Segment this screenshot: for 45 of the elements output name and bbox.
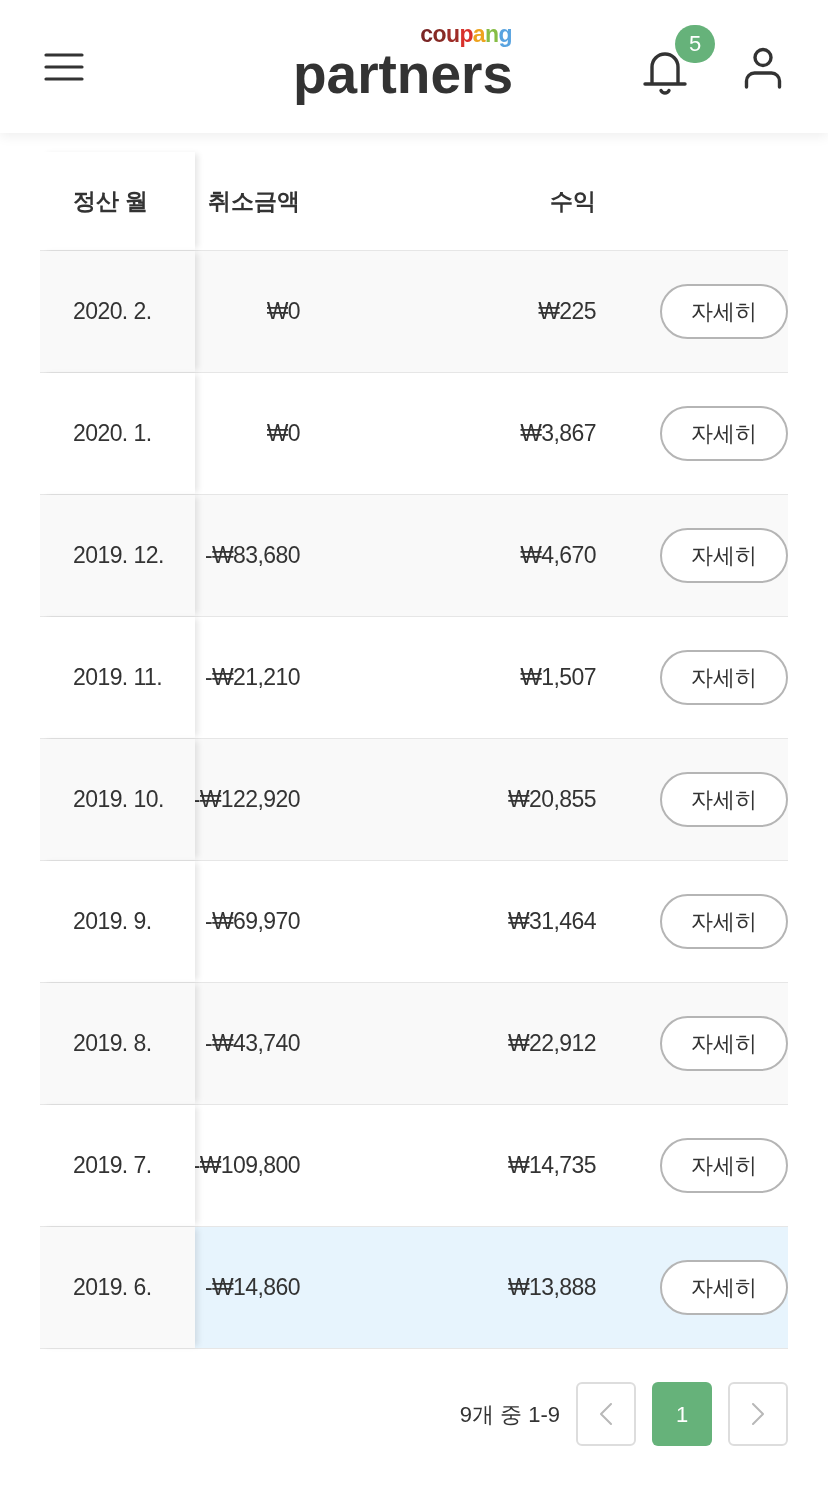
- table-cell-text: ₩20,855: [507, 785, 596, 815]
- table-cell-text: -₩21,210: [204, 663, 300, 693]
- details-button[interactable]: 자세히: [660, 1016, 788, 1071]
- details-button[interactable]: 자세히: [660, 650, 788, 705]
- table-cell: 2019. 7.: [40, 1105, 195, 1226]
- details-button[interactable]: 자세히: [660, 284, 788, 339]
- table-cell: 2019. 11.: [40, 617, 195, 738]
- table-cell-text: ₩13,888: [507, 1273, 596, 1303]
- table-cell-text: ₩0: [266, 419, 300, 449]
- pagination-summary: 9개 중 1-9: [459, 1400, 560, 1429]
- table-cell-text: ₩225: [538, 297, 596, 327]
- table-cell-text: ₩4,670: [520, 541, 596, 571]
- table-cell: 2019. 9.: [40, 861, 195, 982]
- column-header: 수익: [549, 186, 596, 216]
- table-cell-text: -₩14,860: [204, 1273, 300, 1303]
- table-cell: 2020. 2.: [40, 251, 195, 372]
- details-button[interactable]: 자세히: [660, 406, 788, 461]
- table-cell: 2019. 12.: [40, 495, 195, 616]
- details-button[interactable]: 자세히: [660, 1260, 788, 1315]
- table-cell-text: ₩0: [266, 297, 300, 327]
- details-button[interactable]: 자세히: [660, 528, 788, 583]
- table-cell: 2020. 1.: [40, 373, 195, 494]
- details-button[interactable]: 자세히: [660, 894, 788, 949]
- table-cell-text: -₩69,970: [204, 907, 300, 937]
- menu-icon[interactable]: [44, 51, 84, 82]
- table-cell-text: -₩109,800: [192, 1151, 300, 1181]
- table-cell-text: -₩43,740: [204, 1029, 300, 1059]
- user-icon[interactable]: [744, 46, 782, 89]
- column-header: 취소금액: [207, 186, 300, 216]
- table-cell-text: -₩83,680: [204, 541, 300, 571]
- table-cell: 2019. 8.: [40, 983, 195, 1104]
- chevron-right-icon: [752, 1403, 764, 1425]
- table-cell-text: -₩122,920: [192, 785, 300, 815]
- column-header: 정산 월: [40, 152, 195, 250]
- table-cell-text: ₩14,735: [507, 1151, 596, 1181]
- details-button[interactable]: 자세히: [660, 1138, 788, 1193]
- table-cell-text: ₩3,867: [520, 419, 596, 449]
- notification-badge: 5: [675, 24, 715, 63]
- table-cell: 2019. 6.: [40, 1227, 195, 1348]
- table-cell: 2019. 10.: [40, 739, 195, 860]
- table-cell-text: ₩31,464: [507, 907, 596, 937]
- table-cell-text: ₩1,507: [520, 663, 596, 693]
- chevron-left-icon: [600, 1403, 612, 1425]
- table-cell-text: ₩22,912: [507, 1029, 596, 1059]
- details-button[interactable]: 자세히: [660, 772, 788, 827]
